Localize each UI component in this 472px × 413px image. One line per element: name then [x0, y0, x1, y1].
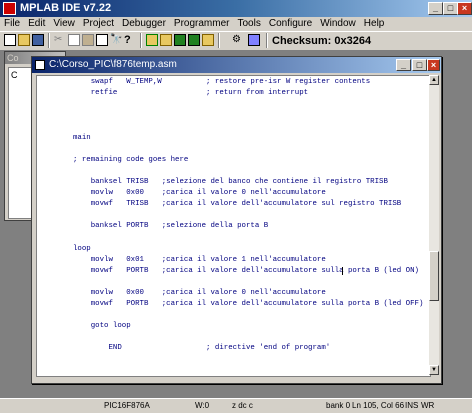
editor-maximize-button[interactable]: □ — [412, 59, 427, 71]
cut-icon[interactable]: ✂ — [54, 34, 66, 46]
add-files-icon[interactable] — [202, 34, 214, 46]
code-line[interactable]: movwf PORTB ;carica il valore dell'accum… — [73, 300, 424, 309]
code-line[interactable]: movwf TRISB ;carica il valore dell'accum… — [73, 200, 401, 209]
build-all-icon[interactable] — [248, 34, 260, 46]
editor-minimize-button[interactable]: _ — [396, 59, 411, 71]
app-titlebar: MPLAB IDE v7.22 _ □ × — [0, 0, 472, 17]
menu-item-configure[interactable]: Configure — [265, 17, 316, 31]
code-line[interactable]: main — [73, 134, 91, 143]
menu-item-debugger[interactable]: Debugger — [118, 17, 170, 31]
project-tree-item[interactable]: C — [11, 70, 18, 80]
code-line[interactable]: goto loop — [73, 322, 131, 331]
scroll-thumb[interactable] — [429, 251, 439, 301]
menu-item-edit[interactable]: Edit — [24, 17, 49, 31]
editor-filename: C:\Corso_PIC\f876temp.asm — [49, 59, 177, 70]
help-icon[interactable]: ? — [124, 34, 136, 46]
editor-titlebar: C:\Corso_PIC\f876temp.asm _ □ × — [32, 57, 441, 73]
menu-item-help[interactable]: Help — [360, 17, 389, 31]
code-line[interactable]: movlw 0x01 ;carica il valore 1 nell'accu… — [73, 256, 326, 265]
code-line[interactable]: movlw 0x00 ;carica il valore 0 nell'accu… — [73, 189, 326, 198]
menu-item-file[interactable]: File — [0, 17, 24, 31]
editor-margin[interactable] — [37, 76, 67, 376]
menu-item-project[interactable]: Project — [79, 17, 118, 31]
new-file-icon[interactable] — [4, 34, 16, 46]
code-line[interactable]: loop — [73, 245, 91, 254]
code-line[interactable]: ; remaining code goes here — [73, 156, 188, 165]
save-icon[interactable] — [32, 34, 44, 46]
open-project-icon[interactable] — [160, 34, 172, 46]
checksum-display: Checksum: 0x3264 — [272, 33, 371, 49]
copy-icon[interactable] — [68, 34, 80, 46]
close-button[interactable]: × — [457, 2, 472, 15]
open-folder-icon[interactable] — [18, 34, 30, 46]
checksum-value: 0x3264 — [334, 35, 372, 47]
menu-item-view[interactable]: View — [49, 17, 79, 31]
checksum-label: Checksum: — [272, 35, 332, 47]
code-line[interactable]: retfie ; return from interrupt — [73, 89, 308, 98]
minimize-button[interactable]: _ — [428, 2, 443, 15]
status-bar: PIC16F876A W:0 z dc c bank 0 Ln 105, Col… — [0, 398, 472, 413]
toolbar-separator — [140, 33, 142, 48]
toolbar-separator — [48, 33, 50, 48]
mplab-main-window: MPLAB IDE v7.22 _ □ × File Edit View Projec… — [0, 0, 472, 413]
menu-item-programmer[interactable]: Programmer — [170, 17, 234, 31]
build-icon[interactable]: ⚙ — [232, 34, 244, 46]
app-title: MPLAB IDE v7.22 — [20, 2, 112, 14]
find-icon[interactable]: 🔭 — [110, 34, 122, 46]
status-insert-mode: INS — [405, 401, 419, 410]
scroll-up-icon[interactable]: ▲ — [429, 75, 439, 85]
save-workspace-icon[interactable] — [188, 34, 200, 46]
code-line[interactable]: movwf PORTB ;carica il valore dell'accum… — [73, 267, 419, 276]
paste-icon[interactable] — [82, 34, 94, 46]
code-line[interactable]: swapf W_TEMP,W ; restore pre-isr W regis… — [73, 78, 370, 87]
text-cursor — [342, 266, 343, 275]
code-line[interactable]: END ; directive 'end of program' — [73, 344, 330, 353]
toolbar-separator — [218, 33, 220, 48]
new-project-icon[interactable] — [146, 34, 158, 46]
code-line[interactable]: banksel TRISB ;selezione del banco che c… — [73, 178, 388, 187]
menu-item-window[interactable]: Window — [316, 17, 360, 31]
editor-window[interactable]: C:\Corso_PIC\f876temp.asm _ □ × swapf W_… — [31, 56, 442, 384]
editor-close-button[interactable]: × — [427, 59, 440, 71]
save-project-icon[interactable] — [174, 34, 186, 46]
status-cursor-position: Ln 105, Col 66 — [352, 401, 405, 410]
mplab-logo-icon — [3, 2, 16, 15]
menu-bar: File Edit View Project Debugger Programmer Too… — [0, 17, 472, 31]
maximize-button[interactable]: □ — [443, 2, 458, 15]
status-device: PIC16F876A — [104, 401, 150, 410]
menu-item-tools[interactable]: Tools — [233, 17, 264, 31]
status-bank: bank 0 — [326, 401, 351, 410]
toolbar: ✂ 🔭 ? ⚙ Checksum: 0x3264 — [0, 31, 472, 51]
code-line[interactable]: banksel PORTB ;selezione della porta B — [73, 222, 268, 231]
file-icon — [35, 60, 45, 70]
code-editor[interactable]: swapf W_TEMP,W ; restore pre-isr W regis… — [36, 75, 431, 377]
print-icon[interactable] — [96, 34, 108, 46]
code-line[interactable]: movlw 0x00 ;carica il valore 0 nell'accu… — [73, 289, 326, 298]
status-flags: z dc c — [232, 401, 253, 410]
status-w-register: W:0 — [195, 401, 210, 410]
vertical-scrollbar[interactable]: ▲ ▼ — [429, 75, 439, 375]
status-write-mode: WR — [421, 401, 435, 410]
toolbar-separator — [266, 33, 268, 48]
scroll-down-icon[interactable]: ▼ — [429, 365, 439, 375]
